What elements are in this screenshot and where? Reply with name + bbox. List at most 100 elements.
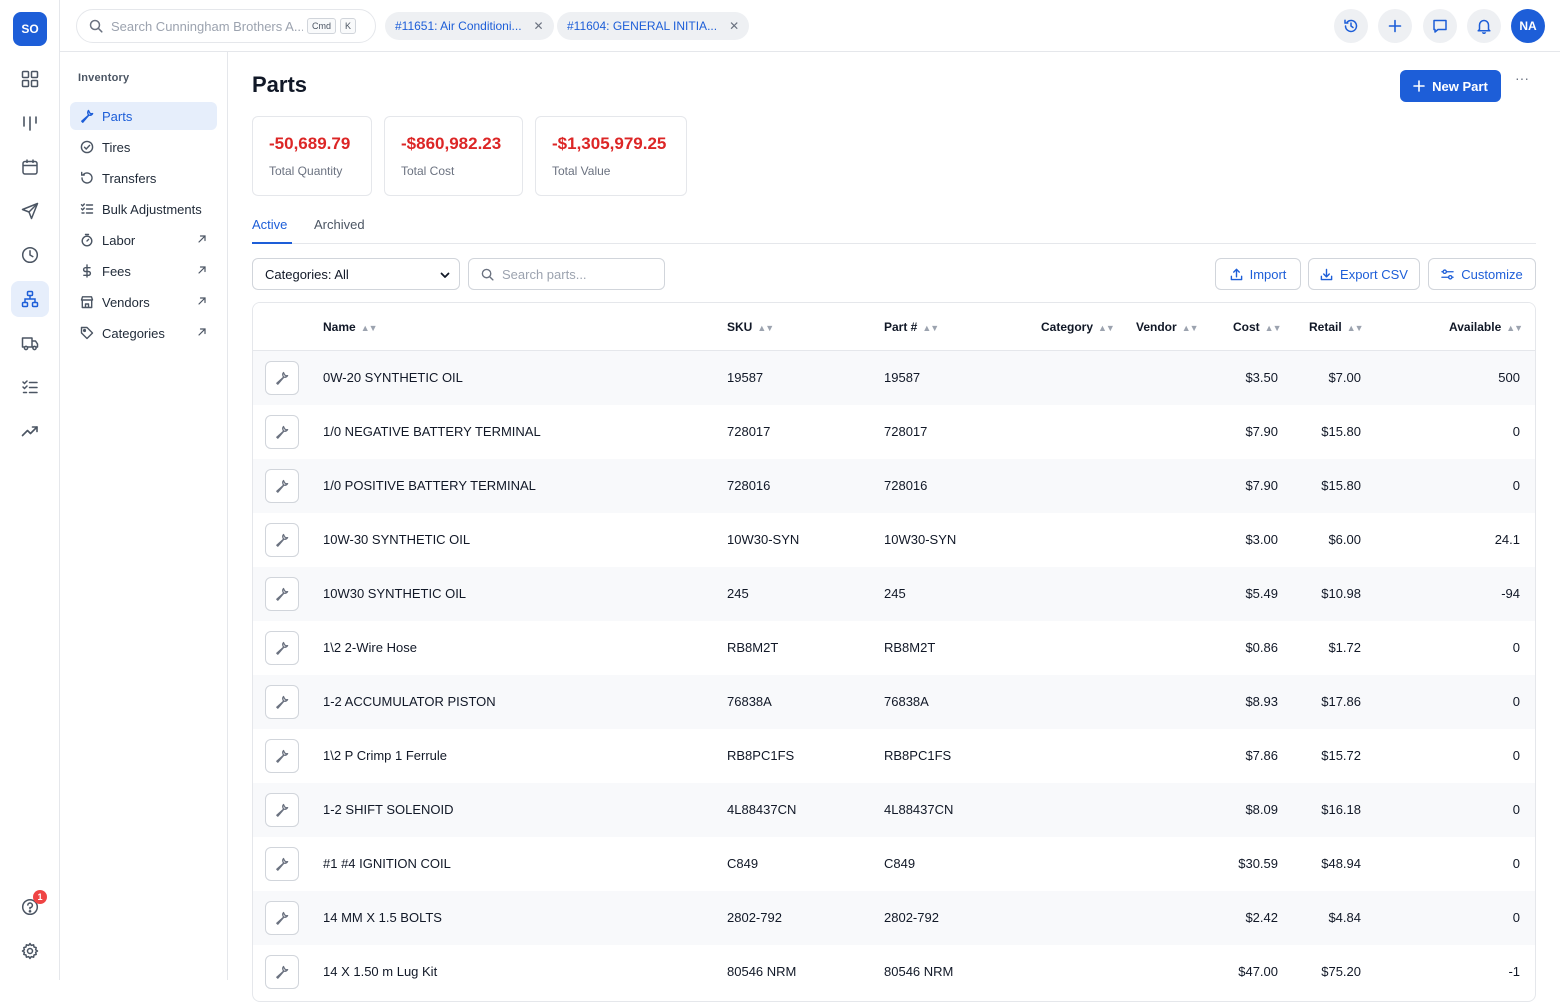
cell-part-number: 245: [884, 586, 906, 601]
cell-part-number: 76838A: [884, 694, 929, 709]
table-row[interactable]: 10W-30 SYNTHETIC OIL 10W30-SYN 10W30-SYN $3…: [253, 513, 1535, 567]
cell-available: -1: [1508, 964, 1520, 979]
shortcut-k-key: K: [340, 18, 357, 34]
part-thumbnail-wrench-icon[interactable]: [265, 469, 299, 503]
subnav-item-parts[interactable]: Parts: [70, 102, 217, 130]
cell-sku: 728016: [727, 478, 771, 493]
column-header-cost[interactable]: Cost ▲▼: [1233, 320, 1281, 334]
upload-icon: [1230, 268, 1242, 280]
import-button[interactable]: Import: [1215, 258, 1301, 290]
dashboard-icon[interactable]: [11, 61, 49, 97]
sort-icon: ▲▼: [1506, 323, 1523, 333]
column-header-available[interactable]: Available ▲▼: [1449, 320, 1523, 334]
customize-button[interactable]: Customize: [1428, 258, 1536, 290]
inventory-subnav: Inventory Parts Tires Transfers Bulk Adj…: [60, 52, 228, 980]
subnav-item-fees[interactable]: Fees: [70, 257, 217, 285]
column-header-part-number[interactable]: Part # ▲▼: [884, 320, 939, 334]
inventory-hierarchy-icon[interactable]: [11, 281, 49, 317]
cell-retail: $1.72: [1328, 640, 1361, 655]
shop-logo[interactable]: SO: [13, 12, 47, 46]
column-header-sku[interactable]: SKU ▲▼: [727, 320, 774, 334]
column-header-name[interactable]: Name ▲▼: [323, 320, 378, 334]
history-button[interactable]: [1334, 9, 1368, 43]
table-row[interactable]: 14 MM X 1.5 BOLTS 2802-792 2802-792 $2.42 $4…: [253, 891, 1535, 945]
table-row[interactable]: 1\2 P Crimp 1 Ferrule RB8PC1FS RB8PC1FS $7.…: [253, 729, 1535, 783]
close-tab-icon[interactable]: ✕: [729, 19, 739, 33]
table-row[interactable]: 1/0 NEGATIVE BATTERY TERMINAL 728017 72801…: [253, 405, 1535, 459]
subnav-item-vendors[interactable]: Vendors: [70, 288, 217, 316]
customize-label: Customize: [1461, 266, 1523, 282]
table-row[interactable]: 1-2 ACCUMULATOR PISTON 76838A 76838A $8.93 $…: [253, 675, 1535, 729]
subnav-item-transfers[interactable]: Transfers: [70, 164, 217, 192]
table-row[interactable]: 1\2 2-Wire Hose RB8M2T RB8M2T $0.86 $1.72 0: [253, 621, 1535, 675]
table-header: Name ▲▼ SKU ▲▼ Part # ▲▼ Category ▲▼ Vendor ▲…: [253, 303, 1535, 351]
cell-sku: RB8PC1FS: [727, 748, 795, 763]
cell-available: 0: [1512, 478, 1520, 493]
part-thumbnail-wrench-icon[interactable]: [265, 847, 299, 881]
table-row[interactable]: #1 #4 IGNITION COIL C849 C849 $30.59 $48.94 0: [253, 837, 1535, 891]
stat-label: Total Cost: [401, 164, 455, 178]
part-thumbnail-wrench-icon[interactable]: [265, 415, 299, 449]
part-thumbnail-wrench-icon[interactable]: [265, 361, 299, 395]
sort-icon: ▲▼: [1181, 323, 1199, 333]
notifications-button[interactable]: [1467, 9, 1501, 43]
cell-retail: $4.84: [1328, 910, 1361, 925]
column-header-vendor[interactable]: Vendor ▲▼: [1136, 320, 1199, 334]
part-thumbnail-wrench-icon[interactable]: [265, 631, 299, 665]
more-options-button[interactable]: ···: [1512, 70, 1532, 90]
send-icon[interactable]: [11, 193, 49, 229]
cell-part-number: 80546 NRM: [884, 964, 954, 979]
settings-gear-icon[interactable]: [11, 933, 49, 969]
history-icon: [1344, 19, 1358, 33]
parts-search-input[interactable]: Search parts...: [468, 258, 665, 290]
stat-value: -$860,982.23: [401, 134, 502, 153]
create-button[interactable]: [1378, 9, 1412, 43]
part-thumbnail-wrench-icon[interactable]: [265, 577, 299, 611]
column-header-category[interactable]: Category ▲▼: [1041, 320, 1115, 334]
part-thumbnail-wrench-icon[interactable]: [265, 685, 299, 719]
trending-up-icon[interactable]: [11, 413, 49, 449]
category-filter-select[interactable]: Categories: All: [252, 258, 460, 290]
new-part-button[interactable]: New Part: [1400, 70, 1501, 102]
cell-part-number: 2802-792: [884, 910, 939, 925]
subnav-item-bulk-adjustments[interactable]: Bulk Adjustments: [70, 195, 217, 223]
workflow-board-icon[interactable]: [11, 105, 49, 141]
table-row[interactable]: 0W-20 SYNTHETIC OIL 19587 19587 $3.50 $7.00 5…: [253, 351, 1535, 405]
column-header-retail[interactable]: Retail ▲▼: [1309, 320, 1364, 334]
clock-icon[interactable]: [11, 237, 49, 273]
dollar-icon: [82, 264, 92, 278]
part-thumbnail-wrench-icon[interactable]: [265, 955, 299, 989]
subnav-item-tires[interactable]: Tires: [70, 133, 217, 161]
export-csv-button[interactable]: Export CSV: [1308, 258, 1420, 290]
part-thumbnail-wrench-icon[interactable]: [265, 523, 299, 557]
part-thumbnail-wrench-icon[interactable]: [265, 739, 299, 773]
subnav-item-label: Bulk Adjustments: [102, 201, 202, 217]
open-tab-11651[interactable]: #11651: Air Conditioni... ✕: [385, 12, 554, 40]
truck-icon[interactable]: [11, 325, 49, 361]
messages-button[interactable]: [1423, 9, 1457, 43]
tab-active[interactable]: Active: [252, 217, 292, 244]
user-avatar[interactable]: NA: [1511, 9, 1545, 43]
close-tab-icon[interactable]: ✕: [534, 19, 544, 33]
page-title: Parts: [252, 72, 308, 97]
checklist-icon[interactable]: [11, 369, 49, 405]
cell-cost: $47.00: [1238, 964, 1278, 979]
part-thumbnail-wrench-icon[interactable]: [265, 793, 299, 827]
subnav-item-categories[interactable]: Categories: [70, 319, 217, 347]
table-row[interactable]: 1/0 POSITIVE BATTERY TERMINAL 728016 72801…: [253, 459, 1535, 513]
tab-archived[interactable]: Archived: [314, 217, 365, 244]
subnav-item-labor[interactable]: Labor: [70, 226, 217, 254]
table-row[interactable]: 14 X 1.50 m Lug Kit 80546 NRM 80546 NRM $47…: [253, 945, 1535, 999]
calendar-icon[interactable]: [11, 149, 49, 185]
cell-sku: 19587: [727, 370, 764, 385]
sort-icon: ▲▼: [1346, 323, 1364, 333]
global-search-input[interactable]: Search Cunningham Brothers A... Cmd K: [76, 9, 376, 43]
download-icon: [1320, 268, 1333, 280]
cell-retail: $16.18: [1321, 802, 1361, 817]
part-thumbnail-wrench-icon[interactable]: [265, 901, 299, 935]
sort-icon: ▲▼: [757, 323, 774, 333]
table-row[interactable]: 1-2 SHIFT SOLENOID 4L88437CN 4L88437CN $8.0…: [253, 783, 1535, 837]
table-row[interactable]: 10W30 SYNTHETIC OIL 245 245 $5.49 $10.98 -94: [253, 567, 1535, 621]
column-header-label: Available: [1449, 320, 1502, 334]
open-tab-11604[interactable]: #11604: GENERAL INITIA... ✕: [557, 12, 750, 40]
